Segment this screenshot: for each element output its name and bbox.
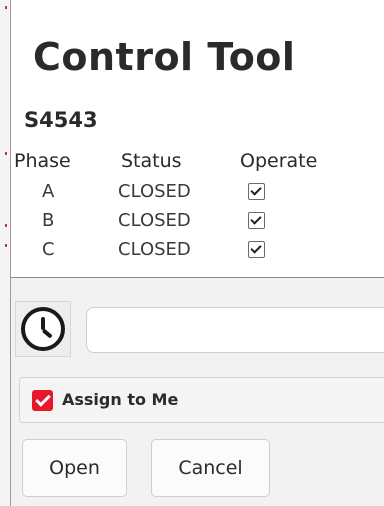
operate-checkbox[interactable] xyxy=(248,212,265,229)
column-header-phase: Phase xyxy=(14,150,71,172)
assign-to-me-toggle[interactable]: Assign to Me xyxy=(19,377,384,423)
status-cell: CLOSED xyxy=(118,181,191,202)
phase-cell: B xyxy=(42,210,55,231)
schedule-time-input[interactable] xyxy=(86,307,384,353)
cancel-button[interactable]: Cancel xyxy=(151,439,270,497)
phase-cell: A xyxy=(42,181,55,202)
table-row: C CLOSED xyxy=(14,239,354,267)
schedule-button[interactable] xyxy=(15,301,71,357)
assign-to-me-checkbox[interactable] xyxy=(32,390,53,411)
edge-mark xyxy=(5,152,7,155)
device-id: S4543 xyxy=(24,108,98,132)
table-row: A CLOSED xyxy=(14,181,354,209)
phase-cell: C xyxy=(42,239,55,260)
operate-checkbox[interactable] xyxy=(248,183,265,200)
edge-mark xyxy=(5,244,7,247)
operate-checkbox[interactable] xyxy=(248,241,265,258)
clock-icon xyxy=(21,307,65,351)
status-cell: CLOSED xyxy=(118,239,191,260)
control-tool-dialog: Control Tool S4543 Phase Status Operate … xyxy=(0,0,384,506)
dialog-title: Control Tool xyxy=(33,35,296,79)
clock-minute-hand xyxy=(41,328,53,339)
table-row: B CLOSED xyxy=(14,210,354,238)
column-header-operate: Operate xyxy=(240,150,318,172)
open-button[interactable]: Open xyxy=(22,439,127,497)
assign-to-me-label: Assign to Me xyxy=(62,390,179,409)
edge-mark xyxy=(5,224,7,227)
background-edge xyxy=(0,0,10,506)
edge-mark xyxy=(5,6,7,9)
column-header-status: Status xyxy=(121,150,182,172)
status-cell: CLOSED xyxy=(118,210,191,231)
